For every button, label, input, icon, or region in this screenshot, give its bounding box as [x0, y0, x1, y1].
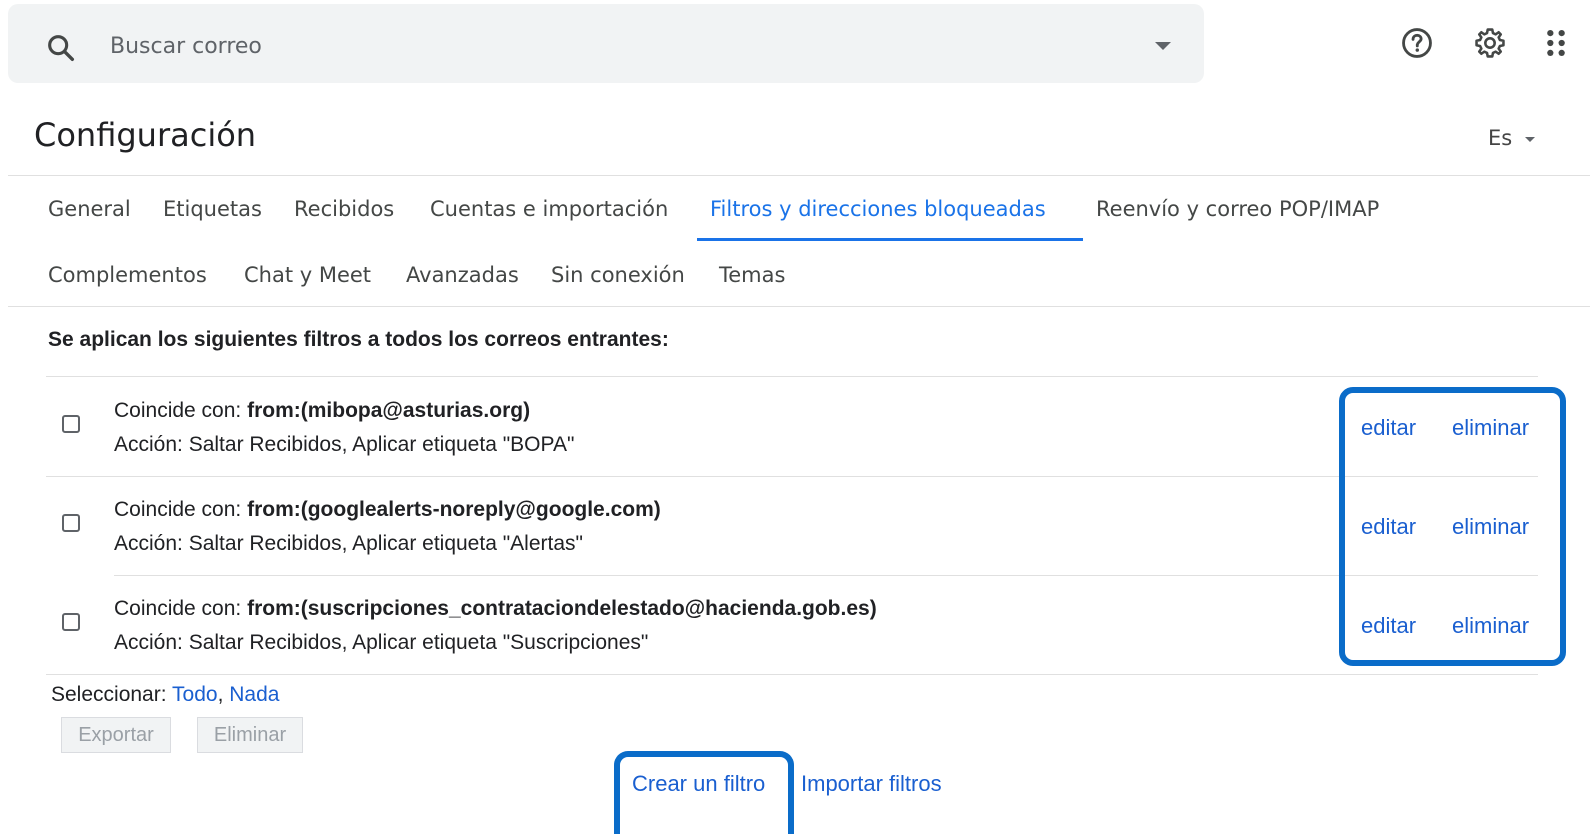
- import-filters-link[interactable]: Importar filtros: [801, 771, 942, 797]
- select-separator: ,: [217, 683, 230, 706]
- apps-grid-icon[interactable]: [1544, 26, 1568, 60]
- create-filter-link[interactable]: Crear un filtro: [632, 771, 765, 797]
- page-title: Configuración: [34, 116, 257, 154]
- search-input[interactable]: [110, 26, 1110, 66]
- filter-criteria: Coincide con: from:(googlealerts-noreply…: [114, 498, 661, 521]
- tab-addons[interactable]: Complementos: [48, 263, 207, 287]
- tab-advanced[interactable]: Avanzadas: [406, 263, 519, 287]
- filter-row: Coincide con: from:(mibopa@asturias.org)…: [46, 377, 1538, 476]
- select-label: Seleccionar:: [51, 683, 173, 706]
- select-none-link[interactable]: Nada: [229, 683, 279, 706]
- tab-chat-meet[interactable]: Chat y Meet: [244, 263, 371, 287]
- search-bar: [8, 4, 1204, 83]
- tab-accounts-import[interactable]: Cuentas e importación: [430, 197, 668, 221]
- divider: [8, 175, 1590, 176]
- divider: [8, 306, 1590, 307]
- filter-criteria: Coincide con: from:(mibopa@asturias.org): [114, 399, 531, 422]
- filter-action: Acción: Saltar Recibidos, Aplicar etique…: [114, 532, 583, 555]
- filter-checkbox[interactable]: [62, 613, 80, 631]
- gear-icon[interactable]: [1473, 26, 1507, 60]
- chevron-down-icon[interactable]: [1524, 136, 1536, 143]
- tab-labels[interactable]: Etiquetas: [163, 197, 262, 221]
- select-controls: Seleccionar: Todo, Nada: [51, 683, 279, 707]
- edit-filter-link[interactable]: editar: [1361, 514, 1416, 540]
- language-selector[interactable]: Es: [1488, 126, 1512, 150]
- delete-filter-link[interactable]: eliminar: [1452, 415, 1529, 441]
- delete-selected-button[interactable]: Eliminar: [197, 717, 303, 753]
- search-icon[interactable]: [44, 31, 78, 65]
- export-button[interactable]: Exportar: [61, 717, 171, 753]
- edit-filter-link[interactable]: editar: [1361, 415, 1416, 441]
- filter-action: Acción: Saltar Recibidos, Aplicar etique…: [114, 631, 649, 654]
- edit-filter-link[interactable]: editar: [1361, 613, 1416, 639]
- filter-action: Acción: Saltar Recibidos, Aplicar etique…: [114, 433, 575, 456]
- delete-filter-link[interactable]: eliminar: [1452, 514, 1529, 540]
- tab-general[interactable]: General: [48, 197, 131, 221]
- filter-checkbox[interactable]: [62, 514, 80, 532]
- filter-criteria: Coincide con: from:(suscripciones_contra…: [114, 597, 877, 620]
- filters-heading: Se aplican los siguientes filtros a todo…: [48, 328, 669, 351]
- tab-offline[interactable]: Sin conexión: [551, 263, 685, 287]
- tab-themes[interactable]: Temas: [719, 263, 785, 287]
- divider: [46, 674, 1538, 675]
- tab-inbox[interactable]: Recibidos: [294, 197, 394, 221]
- filter-row: Coincide con: from:(googlealerts-noreply…: [46, 476, 1538, 575]
- tab-filters-blocked[interactable]: Filtros y direcciones bloqueadas: [710, 197, 1046, 221]
- chevron-down-icon[interactable]: [1153, 40, 1173, 52]
- delete-filter-link[interactable]: eliminar: [1452, 613, 1529, 639]
- help-icon[interactable]: [1400, 26, 1434, 60]
- active-tab-indicator: [697, 238, 1083, 241]
- tab-forwarding-pop-imap[interactable]: Reenvío y correo POP/IMAP: [1096, 197, 1379, 221]
- select-all-link[interactable]: Todo: [172, 683, 218, 706]
- filter-row: Coincide con: from:(suscripciones_contra…: [46, 575, 1538, 674]
- filter-checkbox[interactable]: [62, 415, 80, 433]
